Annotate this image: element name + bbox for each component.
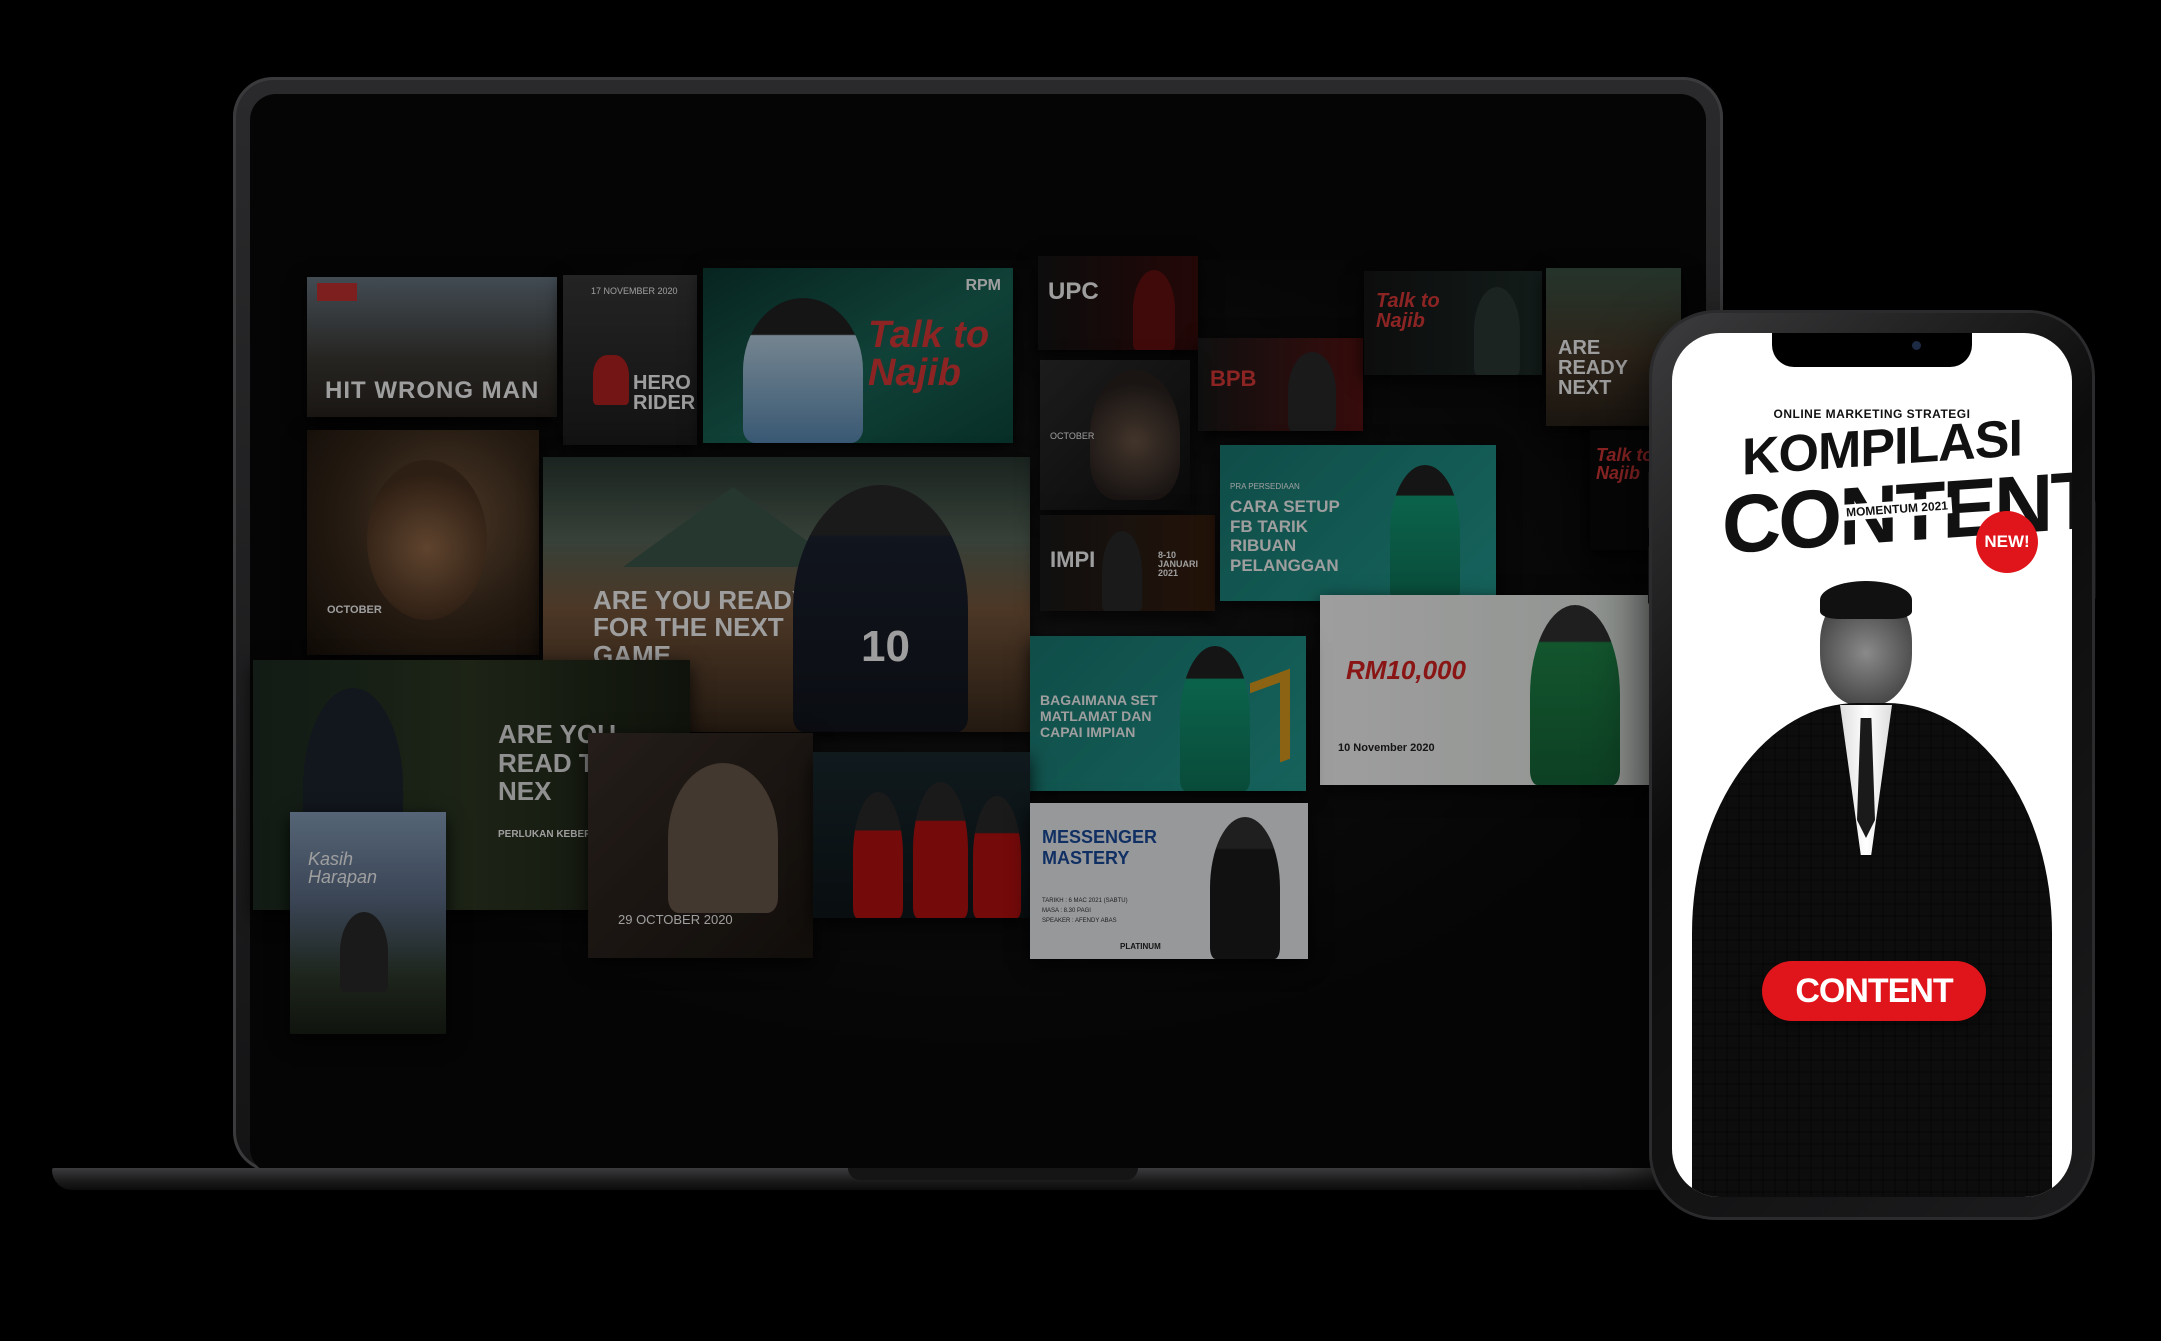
card-subtitle: PERLUKAN KEBERAI [498, 829, 602, 840]
thumbnail-talk-to-najib-main[interactable]: Talk to Najib RPM [703, 268, 1013, 443]
card-title: HERO RIDER [633, 372, 696, 414]
thumbnail-hit-wrong-man[interactable]: HIT WRONG MAN [307, 277, 557, 417]
person-figure [743, 298, 863, 443]
person-figure-3 [973, 796, 1021, 918]
person-figure [1474, 287, 1520, 375]
person-figure [1102, 531, 1142, 611]
thumbnail-rm10000[interactable]: RM10,000 10 November 2020 [1320, 595, 1650, 785]
person-figure-1 [853, 792, 903, 918]
person-figure [1210, 817, 1280, 959]
card-title: Talk to Najib [868, 314, 990, 394]
person-figure [1133, 270, 1175, 350]
card-title: ARE YOU READY FOR THE NEXT GAME [593, 585, 809, 670]
card-title: CARA SETUP FB TARIK RIBUAN PELANGGAN [1230, 497, 1340, 575]
card-dim [563, 275, 697, 445]
card-date: 17 NOVEMBER 2020 [591, 286, 678, 296]
thumbnail-impi[interactable]: IMPI 8-10 JANUARI 2021 [1040, 515, 1215, 611]
chevron-decor [1250, 668, 1290, 774]
person-figure [1288, 352, 1336, 431]
card-title: Talk to Najib [1376, 290, 1440, 332]
face-figure [1090, 370, 1180, 500]
person-figure [1390, 465, 1460, 601]
laptop-notch [848, 1168, 1138, 1180]
person-figure [668, 763, 778, 913]
card-title: OCTOBER [327, 604, 382, 616]
thumbnail-29-october[interactable]: 29 OCTOBER 2020 [588, 733, 813, 958]
thumbnail-team-red[interactable] [813, 752, 1030, 918]
card-title: ARE READY NEXT [1558, 337, 1628, 399]
jersey-number: 10 [861, 622, 910, 671]
content-button[interactable]: CONTENT [1762, 961, 1986, 1021]
card-title: HIT WRONG MAN [325, 377, 540, 404]
thumbnail-cara-setup-fb[interactable]: PRA PERSEDIAAN CARA SETUP FB TARIK RIBUA… [1220, 445, 1496, 601]
thumbnail-messenger-mastery[interactable]: MESSENGER MASTERY TARIKH : 6 MAC 2021 (S… [1030, 803, 1308, 959]
player-figure [793, 485, 968, 732]
card-title: UPC [1048, 278, 1099, 305]
thumbnail-october-portrait[interactable]: OCTOBER [307, 430, 539, 655]
person-figure [1530, 605, 1620, 785]
thumbnail-hero-rider[interactable]: 17 NOVEMBER 2020 HERO RIDER [563, 275, 697, 445]
card-title: MESSENGER MASTERY [1042, 827, 1158, 868]
thumbnail-kasih-harapan[interactable]: Kasih Harapan [290, 812, 446, 1034]
thumbnail-bagaimana-set[interactable]: BAGAIMANA SET MATLAMAT DAN CAPAI IMPIAN [1030, 636, 1306, 791]
thumbnail-talk-to-najib-2[interactable]: Talk to Najib [1364, 271, 1542, 375]
card-title: Kasih Harapan [308, 849, 378, 887]
card-title: RM10,000 [1346, 655, 1466, 685]
camera-icon [1912, 341, 1921, 350]
flag-shape [317, 283, 357, 301]
card-title: OCTOBER [1050, 431, 1095, 441]
person-figure-2 [913, 782, 968, 918]
card-date: 8-10 JANUARI 2021 [1158, 550, 1199, 578]
phone-notch [1772, 333, 1972, 367]
person-hair [1820, 581, 1912, 619]
card-date: 10 November 2020 [1338, 742, 1435, 754]
person-figure [340, 912, 388, 992]
card-date: 29 OCTOBER 2020 [618, 912, 733, 927]
phone-screen: ONLINE MARKETING STRATEGI KOMPILASI CONT… [1672, 333, 2072, 1197]
face-figure [367, 460, 487, 620]
card-brand: RPM [965, 277, 1001, 294]
thumbnail-hijab-october[interactable]: OCTOBER [1040, 360, 1190, 510]
card-tag: PRA PERSEDIAAN [1230, 482, 1300, 491]
card-detail-speaker: SPEAKER : AFENDY ABAS [1042, 918, 1117, 924]
card-brand: PLATINUM [1120, 942, 1161, 951]
thumbnail-upc[interactable]: UPC [1038, 256, 1198, 350]
new-badge: NEW! [1976, 511, 2038, 573]
card-title: IMPI [1050, 547, 1096, 572]
card-title: BPB [1210, 366, 1257, 391]
rider-figure [593, 355, 629, 405]
card-title: BAGAIMANA SET MATLAMAT DAN CAPAI IMPIAN [1040, 692, 1158, 741]
card-title: Talk to Najib [1596, 445, 1654, 483]
card-detail-date: TARIKH : 6 MAC 2021 (SABTU) [1042, 898, 1128, 904]
person-figure [1180, 646, 1250, 791]
thumbnail-bpb[interactable]: BPB [1198, 338, 1363, 431]
card-detail-time: MASA : 8.30 PAGI [1042, 908, 1091, 914]
